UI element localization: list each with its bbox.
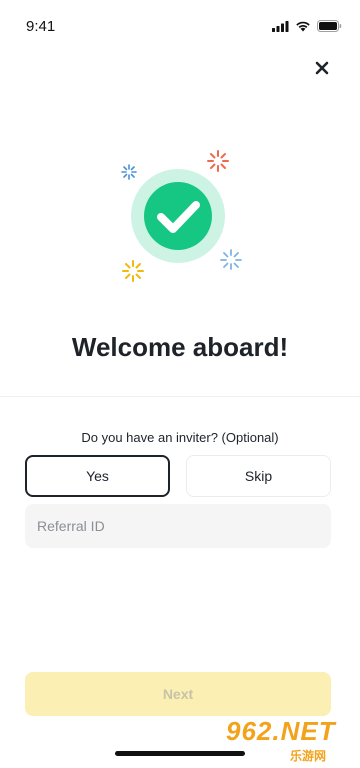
next-button[interactable]: Next — [25, 672, 331, 716]
checkmark-circle-icon — [144, 182, 212, 250]
sparkle-red-icon — [207, 150, 229, 172]
watermark-subtext: 乐游网 — [290, 749, 327, 763]
wifi-icon — [296, 21, 310, 31]
battery-icon — [317, 20, 342, 32]
status-time: 9:41 — [26, 18, 56, 35]
status-icons — [272, 20, 342, 32]
skip-button[interactable]: Skip — [186, 455, 331, 497]
success-graphic — [121, 150, 242, 282]
status-bar: 9:41 — [0, 0, 360, 50]
yes-button[interactable]: Yes — [25, 455, 170, 497]
sparkle-blue-small-icon — [121, 164, 137, 180]
success-illustration — [110, 140, 250, 290]
close-button[interactable] — [310, 56, 334, 80]
inviter-question: Do you have an inviter? (Optional) — [81, 430, 279, 445]
watermark-logo-text: 962.NET — [226, 716, 336, 746]
cellular-signal-icon — [272, 20, 289, 32]
sparkle-yellow-icon — [122, 260, 144, 282]
referral-id-input[interactable] — [25, 504, 331, 548]
sparkle-blue-icon — [220, 249, 242, 270]
page-title: Welcome aboard! — [71, 332, 289, 362]
site-watermark: 962.NET 乐游网 — [218, 714, 360, 768]
section-divider — [0, 396, 360, 397]
close-icon — [315, 61, 329, 75]
